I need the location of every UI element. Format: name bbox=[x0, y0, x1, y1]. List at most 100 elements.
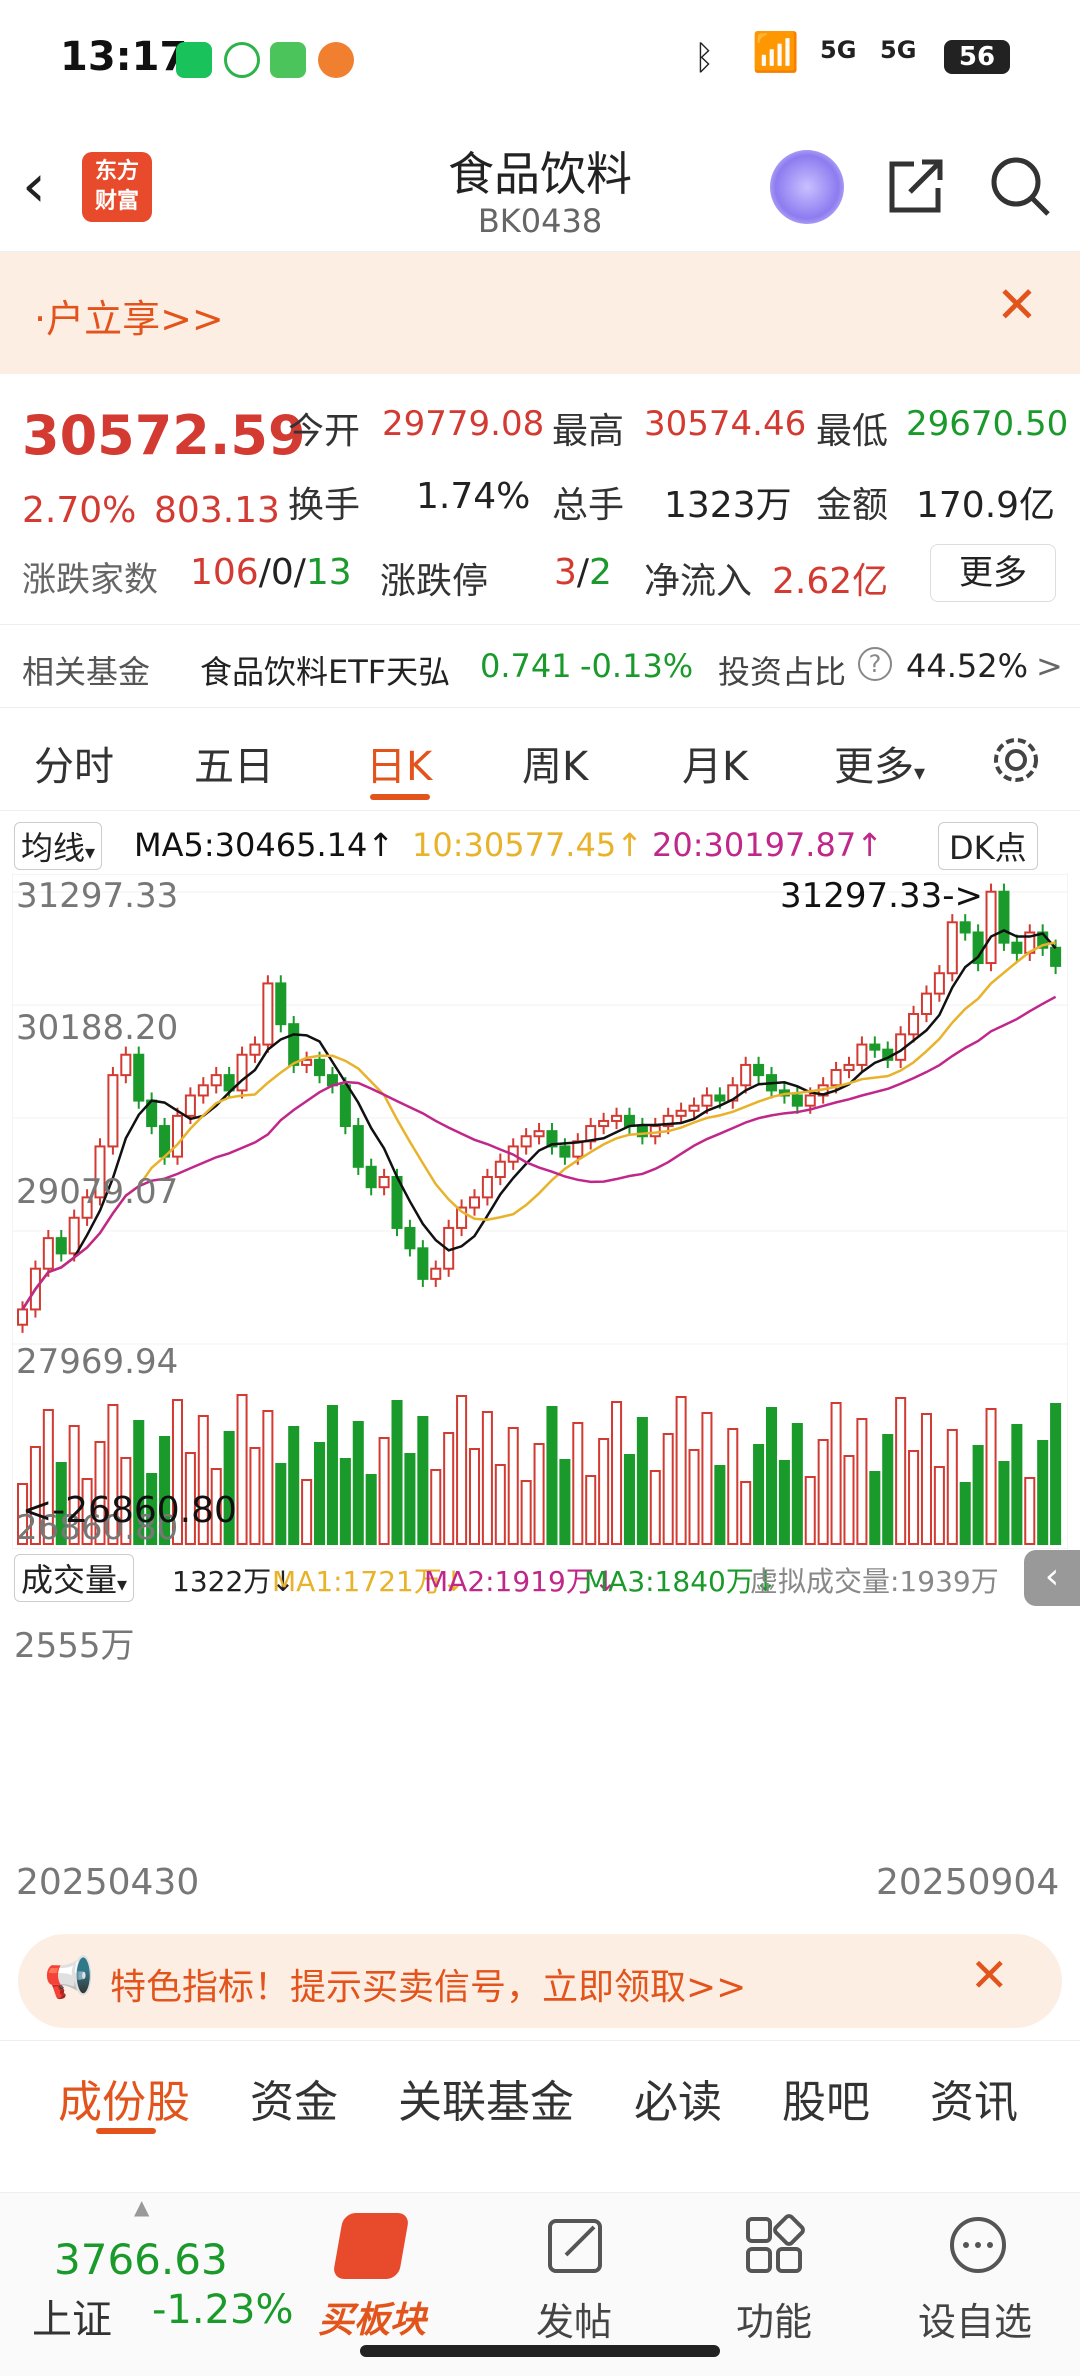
signal-banner[interactable]: 📢 特色指标！提示买卖信号，立即领取>> ✕ bbox=[18, 1934, 1062, 2028]
candle-body bbox=[210, 1074, 222, 1087]
post-icon[interactable] bbox=[544, 2213, 608, 2277]
signal-5g-2-icon: 5G bbox=[880, 36, 917, 64]
candle-body bbox=[559, 1145, 571, 1158]
volume-bar bbox=[326, 1405, 338, 1545]
up-count: 106 bbox=[190, 552, 259, 593]
promo-banner[interactable]: ·户立享>> ✕ bbox=[0, 252, 1080, 374]
volume-bar bbox=[843, 1455, 855, 1545]
search-icon[interactable] bbox=[988, 154, 1052, 218]
candle-body bbox=[197, 1084, 209, 1097]
candle-body bbox=[1011, 941, 1023, 954]
volume-bar bbox=[869, 1471, 881, 1545]
volume-selector[interactable]: 成交量▾ bbox=[14, 1554, 135, 1602]
open-value: 29779.08 bbox=[382, 404, 545, 444]
volume-bar bbox=[546, 1406, 558, 1545]
amount-value: 170.9亿 bbox=[916, 485, 1056, 526]
candle-body bbox=[494, 1160, 506, 1178]
candle-body bbox=[378, 1175, 390, 1189]
volume-bar bbox=[1024, 1477, 1036, 1545]
volume-bar bbox=[468, 1448, 481, 1545]
more-button[interactable]: 更多 bbox=[930, 544, 1056, 602]
post-label[interactable]: 发帖 bbox=[536, 2291, 612, 2346]
volume-bar bbox=[727, 1428, 739, 1545]
candle-body bbox=[740, 1063, 752, 1087]
wifi-icon: 📶 bbox=[752, 30, 800, 74]
amount-label: 金额 bbox=[816, 485, 889, 526]
date-end: 20250904 bbox=[876, 1862, 1060, 1903]
tab-monthly-k[interactable]: 月K bbox=[682, 734, 748, 792]
volume-bar bbox=[675, 1396, 687, 1545]
volume-bar bbox=[817, 1439, 829, 1545]
help-icon[interactable]: ? bbox=[858, 647, 892, 681]
volume-bar bbox=[985, 1408, 997, 1545]
close-icon[interactable]: ✕ bbox=[996, 276, 1038, 334]
tab-must-read[interactable]: 必读 bbox=[634, 2066, 722, 2130]
volume-bar bbox=[494, 1464, 506, 1545]
tab-constituents[interactable]: 成份股 bbox=[58, 2066, 190, 2130]
volume-bar bbox=[972, 1445, 984, 1545]
buy-board-label[interactable]: 买板块 bbox=[318, 2291, 426, 2343]
volume-bar bbox=[572, 1422, 584, 1545]
dk-button[interactable]: DK点 bbox=[938, 822, 1038, 870]
candle-body bbox=[171, 1114, 184, 1158]
sep-1: / bbox=[258, 552, 271, 593]
tab-forum[interactable]: 股吧 bbox=[782, 2066, 870, 2130]
settings-gear-icon[interactable] bbox=[990, 734, 1042, 786]
candle-body bbox=[339, 1084, 351, 1128]
tab-five-day[interactable]: 五日 bbox=[194, 734, 274, 792]
tab-weekly-k[interactable]: 周K bbox=[522, 734, 588, 792]
shield-icon bbox=[224, 42, 260, 78]
caret-down-icon: ▾ bbox=[117, 1572, 128, 1596]
volume-bar bbox=[778, 1460, 790, 1545]
watchlist-label[interactable]: 设自选 bbox=[918, 2291, 1032, 2346]
candle-body bbox=[430, 1267, 442, 1280]
tab-news[interactable]: 资讯 bbox=[930, 2066, 1018, 2130]
volume-bar bbox=[365, 1474, 377, 1545]
tab-capital[interactable]: 资金 bbox=[250, 2066, 338, 2130]
megaphone-icon: 📢 bbox=[44, 1955, 94, 2001]
tab-intraday[interactable]: 分时 bbox=[34, 734, 114, 792]
volume-bar bbox=[339, 1458, 351, 1545]
function-grid-icon[interactable] bbox=[742, 2213, 806, 2277]
candle-body bbox=[68, 1216, 80, 1255]
assistant-avatar-icon[interactable] bbox=[770, 150, 844, 224]
netflow-value: 2.62亿 bbox=[772, 561, 889, 602]
volume-bar bbox=[701, 1412, 713, 1545]
tab-more[interactable]: 更多▾ bbox=[834, 734, 925, 792]
fund-label: 相关基金 bbox=[22, 653, 151, 691]
fund-arrow-icon: > bbox=[1036, 647, 1063, 685]
candle-body bbox=[1050, 946, 1062, 967]
active-section-indicator bbox=[96, 2128, 156, 2134]
ma20-value: 20:30197.87↑ bbox=[652, 826, 883, 864]
volume-bar bbox=[791, 1423, 803, 1545]
volume-bar bbox=[585, 1475, 597, 1545]
index-value[interactable]: 3766.63 bbox=[54, 2235, 228, 2284]
candle-body bbox=[830, 1069, 842, 1087]
caret-up-icon: ▲ bbox=[134, 2195, 150, 2219]
volume-bar bbox=[959, 1482, 971, 1545]
candle-body bbox=[107, 1074, 119, 1148]
buy-board-icon[interactable] bbox=[332, 2213, 410, 2279]
tab-daily-k[interactable]: 日K bbox=[366, 734, 432, 792]
ma-selector[interactable]: 均线▾ bbox=[14, 822, 103, 870]
volume-bar bbox=[998, 1461, 1010, 1545]
volume-bar bbox=[649, 1470, 661, 1545]
collapse-panel-icon[interactable]: ‹ bbox=[1024, 1550, 1080, 1606]
tab-related-funds[interactable]: 关联基金 bbox=[398, 2066, 574, 2130]
signal-5g-1-icon: 5G bbox=[820, 36, 857, 64]
share-icon[interactable] bbox=[884, 154, 948, 218]
chart-grid bbox=[12, 891, 1068, 1345]
function-label[interactable]: 功能 bbox=[736, 2291, 812, 2346]
candle-body bbox=[17, 1308, 29, 1326]
index-name: 上证 bbox=[32, 2297, 112, 2343]
y-tick-3: 29079.07 bbox=[16, 1172, 179, 1212]
promo-text: ·户立享>> bbox=[34, 297, 224, 341]
candle-body bbox=[275, 982, 287, 1026]
turnover-label: 换手 bbox=[288, 485, 361, 526]
close-icon[interactable]: ✕ bbox=[970, 1948, 1009, 2002]
watchlist-icon[interactable] bbox=[946, 2213, 1010, 2277]
related-fund-row[interactable]: 相关基金 食品饮料ETF天弘 0.741 -0.13% 投资占比 ? 44.52… bbox=[0, 624, 1080, 708]
ratio-value: 44.52% bbox=[906, 647, 1029, 685]
volume-bar bbox=[740, 1481, 752, 1545]
candle-body bbox=[468, 1196, 481, 1209]
